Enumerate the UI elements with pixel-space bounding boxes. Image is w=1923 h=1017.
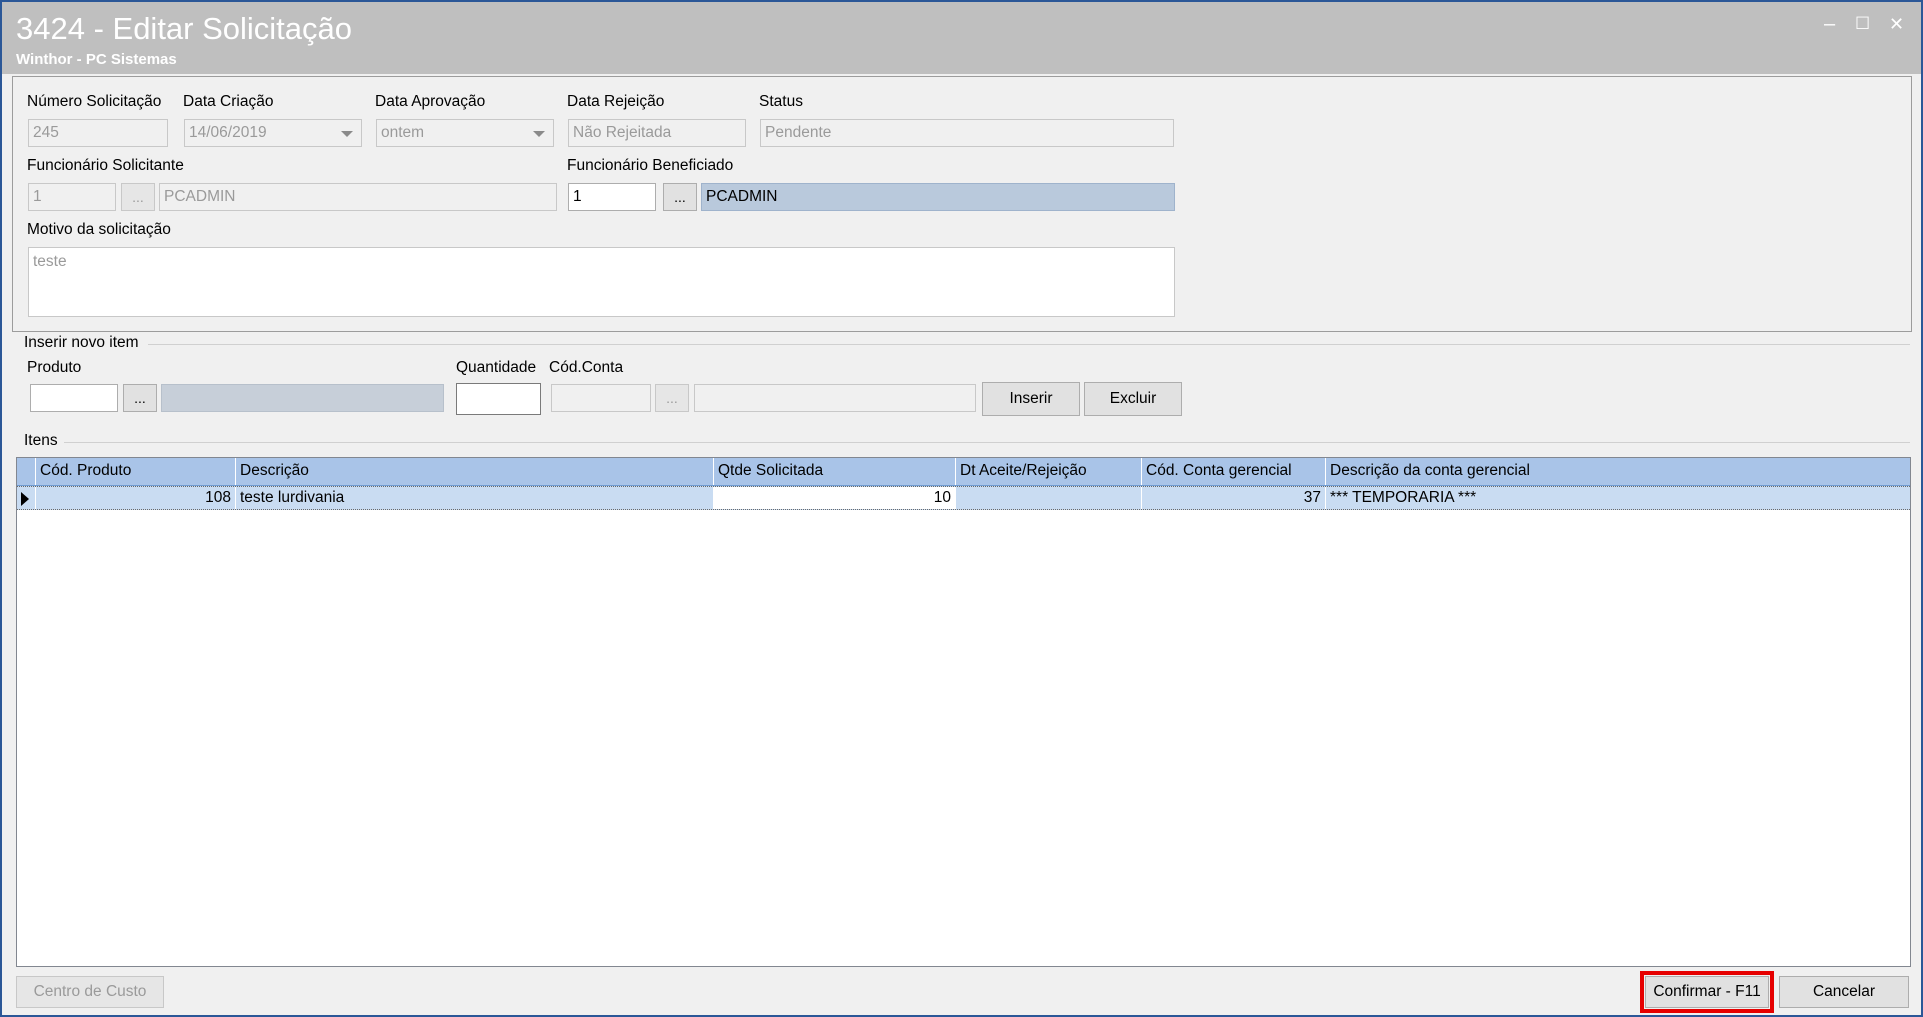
data-aprovacao-value: ontem <box>381 124 425 141</box>
codconta-field <box>551 384 651 412</box>
status-field: Pendente <box>760 119 1174 147</box>
column-header[interactable]: Descrição <box>235 458 713 485</box>
window-title: 3424 - Editar Solicitação <box>16 11 353 46</box>
status-label: Status <box>759 93 803 110</box>
motivo-label: Motivo da solicitação <box>27 221 171 238</box>
produto-label: Produto <box>27 359 82 376</box>
data-criacao-value: 14/06/2019 <box>189 124 267 141</box>
request-header-panel: Número Solicitação 245 Data Criação 14/0… <box>12 76 1912 332</box>
title-bar[interactable]: 3424 - Editar Solicitação Winthor - PC S… <box>2 2 1921 74</box>
chevron-down-icon <box>533 131 545 137</box>
beneficiado-name-field: PCADMIN <box>701 183 1175 211</box>
solicitante-name-field: PCADMIN <box>159 183 557 211</box>
data-criacao-label: Data Criação <box>183 93 274 110</box>
confirmar-button[interactable]: Confirmar - F11 <box>1640 971 1774 1013</box>
cell-cod-produto[interactable]: 108 <box>35 487 235 509</box>
produto-code-field[interactable] <box>30 384 118 412</box>
cell-desc-conta[interactable]: *** TEMPORARIA *** <box>1325 487 1910 509</box>
data-aprovacao-label: Data Aprovação <box>375 93 486 110</box>
cell-descricao[interactable]: teste lurdivania <box>235 487 713 509</box>
minimize-icon[interactable]: – <box>1824 14 1835 34</box>
numero-field: 245 <box>28 119 168 147</box>
insert-section-divider <box>148 344 1910 345</box>
cell-cod-conta[interactable]: 37 <box>1141 487 1325 509</box>
data-rejeicao-label: Data Rejeição <box>567 93 665 110</box>
solicitante-browse-button: ... <box>121 183 155 211</box>
quantidade-label: Quantidade <box>456 359 537 376</box>
beneficiado-code-field[interactable]: 1 <box>568 183 656 211</box>
solicitante-code-field: 1 <box>28 183 116 211</box>
grid-header: Cód. Produto Descrição Qtde Solicitada D… <box>17 458 1910 486</box>
items-section-divider <box>64 442 1910 443</box>
data-rejeicao-field: Não Rejeitada <box>568 119 746 147</box>
numero-label: Número Solicitação <box>27 93 162 110</box>
column-header[interactable]: Dt Aceite/Rejeição <box>955 458 1141 485</box>
produto-description-field <box>161 384 444 412</box>
app-window: 3424 - Editar Solicitação Winthor - PC S… <box>0 0 1923 1017</box>
row-pointer-icon <box>21 492 29 506</box>
column-header[interactable]: Descrição da conta gerencial <box>1325 458 1910 485</box>
insert-section-label: Inserir novo item <box>24 334 139 351</box>
inserir-button[interactable]: Inserir <box>982 382 1080 416</box>
window-subtitle: Winthor - PC Sistemas <box>16 51 177 68</box>
codconta-label: Cód.Conta <box>549 359 624 376</box>
excluir-button[interactable]: Excluir <box>1084 382 1182 416</box>
motivo-textarea: teste <box>28 247 1175 317</box>
produto-browse-button[interactable]: ... <box>123 384 157 412</box>
codconta-browse-button: ... <box>655 384 689 412</box>
solicitante-label: Funcionário Solicitante <box>27 157 184 174</box>
cell-qtde[interactable]: 10 <box>713 487 955 509</box>
close-icon[interactable]: ✕ <box>1889 14 1904 34</box>
centro-custo-button: Centro de Custo <box>16 976 164 1008</box>
codconta-description-field <box>694 384 976 412</box>
column-header[interactable]: Qtde Solicitada <box>713 458 955 485</box>
items-grid[interactable]: Cód. Produto Descrição Qtde Solicitada D… <box>16 457 1911 967</box>
quantidade-field[interactable] <box>456 383 541 415</box>
beneficiado-browse-button[interactable]: ... <box>663 183 697 211</box>
column-header[interactable]: Cód. Produto <box>35 458 235 485</box>
beneficiado-label: Funcionário Beneficiado <box>567 157 734 174</box>
data-criacao-combo: 14/06/2019 <box>184 119 362 147</box>
cancelar-button[interactable]: Cancelar <box>1779 976 1909 1008</box>
items-section-label: Itens <box>24 432 58 449</box>
chevron-down-icon <box>341 131 353 137</box>
cell-dt-aceite[interactable] <box>955 487 1141 509</box>
column-header[interactable]: Cód. Conta gerencial <box>1141 458 1325 485</box>
maximize-icon[interactable]: ☐ <box>1855 14 1870 34</box>
data-aprovacao-combo: ontem <box>376 119 554 147</box>
table-row[interactable]: 108 teste lurdivania 10 37 *** TEMPORARI… <box>17 486 1910 510</box>
